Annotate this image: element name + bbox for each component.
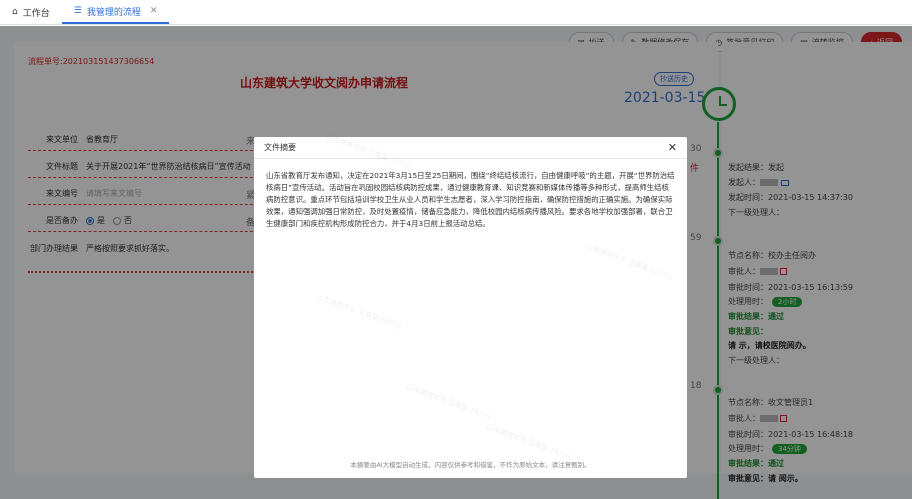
dialog-disclaimer: 本摘要由AI大模型自动生成，内容仅供参考和借鉴，不作为原始文本，请注意甄别。 — [350, 461, 591, 469]
tab-my-processes[interactable]: ☰ 我管理的流程 ✕ — [61, 0, 170, 24]
close-icon[interactable]: ✕ — [150, 6, 158, 16]
list-icon: ☰ — [73, 6, 82, 16]
home-icon: ⌂ — [12, 7, 18, 17]
watermark: 山东建筑大学 王某某 10712 — [585, 242, 673, 282]
summary-text: 山东省教育厅发布通知，决定在2021年3月15日至25日期间，围绕“终结结核流行… — [266, 171, 675, 228]
tab-label: 我管理的流程 — [86, 7, 141, 18]
tab-workbench[interactable]: ⌂ 工作台 — [0, 0, 62, 24]
watermark: 山东建筑大学 王某某 10712 — [405, 382, 493, 422]
tab-label: 工作台 — [22, 8, 50, 19]
watermark: 山东建筑大学 王某某 10712 — [485, 422, 573, 462]
tab-bar: ⌂ 工作台 ☰ 我管理的流程 ✕ — [0, 0, 912, 25]
close-icon[interactable]: ✕ — [668, 141, 677, 154]
dialog-header: 文件摘要 ✕ — [254, 137, 687, 159]
watermark: 山东建筑大学 王某某 10712 — [315, 292, 403, 332]
dialog-title: 文件摘要 — [264, 143, 296, 152]
summary-dialog: 文件摘要 ✕ 山东省教育厅发布通知，决定在2021年3月15日至25日期间，围绕… — [254, 133, 687, 478]
